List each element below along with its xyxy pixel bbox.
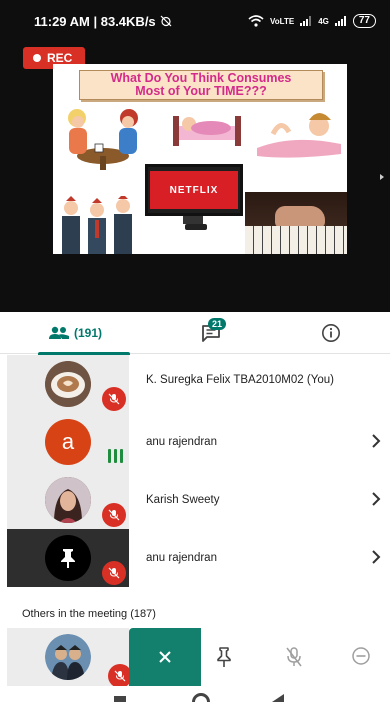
participant-name: K. Suregka Felix TBA2010M02 (You) [146,374,334,386]
slide-title-banner: What Do You Think Consumes Most of Your … [79,70,323,100]
office-group-clipart [62,196,132,254]
alarm-off-icon [160,15,172,27]
piano-photo [245,192,347,254]
remove-participant-button[interactable] [351,646,371,666]
piano-keys [245,226,347,254]
others-section-heading: Others in the meeting (187) [22,608,156,620]
participant-action-bar [129,628,390,686]
avatar-letter-text: a [61,429,75,454]
close-icon [159,651,171,663]
people-chatting-clipart [68,109,138,170]
participant-list: K. Suregka Felix TBA2010M02 (You) a anu … [0,355,390,587]
avatar-pin [45,535,91,581]
participant-tile-pinned [7,529,129,587]
piano-hands [275,206,325,228]
mic-off-icon [102,561,126,585]
tab-info[interactable] [316,312,346,354]
avatar-portrait [45,477,91,523]
people-count: (191) [73,326,102,340]
chevron-right-icon[interactable] [371,434,381,448]
participant-row[interactable]: K. Suregka Felix TBA2010M02 (You) [0,355,390,413]
slide-title-line2: Most of Your TIME??? [135,84,267,98]
status-bar: 11:29 AM | 83.4KB/s VoLTE 4G 77 [0,0,390,42]
close-actions-button[interactable] [129,628,201,686]
mic-off-icon [102,387,126,411]
tab-chat[interactable]: 21 [186,312,236,354]
participant-name: Karish Sweety [146,494,220,506]
person-on-phone-clipart [257,113,341,158]
chevron-right-icon[interactable] [371,550,381,564]
signal-icon-2 [334,16,346,26]
participant-row[interactable]: a anu rajendran [0,413,390,471]
record-dot-icon [33,54,41,62]
mute-participant-button[interactable] [285,646,303,668]
participant-row[interactable]: Karish Sweety [0,471,390,529]
netflix-tv-image: NETFLIX [145,164,243,216]
participant-tile [7,355,129,413]
mic-off-icon [102,503,126,527]
recording-label: REC [47,51,73,65]
battery-icon: 77 [352,14,376,28]
participant-row[interactable]: anu rajendran [0,529,390,587]
chat-unread-badge: 21 [208,318,226,330]
streaming-box [185,224,207,230]
avatar-coffee [45,361,91,407]
people-icon [48,326,69,339]
signal-icon [300,16,312,26]
avatar-letter: a [45,419,91,465]
participant-tile [7,628,132,688]
home-icon[interactable] [192,693,210,702]
presentation-slide: What Do You Think Consumes Most of Your … [53,64,347,254]
meeting-video-area: 11:29 AM | 83.4KB/s VoLTE 4G 77 REC What… [0,0,390,312]
selected-participant-row [0,628,390,688]
wifi-icon [248,15,264,27]
recents-icon[interactable] [114,696,126,702]
back-icon[interactable] [272,694,284,702]
pin-icon [61,549,75,568]
chevron-right-icon[interactable] [371,492,381,506]
network-label-2: 4G [318,16,329,26]
tab-people[interactable]: (191) [30,312,130,355]
system-nav-bar [0,686,390,702]
pin-button[interactable] [215,646,233,668]
participant-name: anu rajendran [146,436,217,448]
info-icon [322,324,340,342]
sleeping-person-clipart [173,116,241,146]
status-time-speed: 11:29 AM | 83.4KB/s [34,13,156,29]
tv-stand [183,216,203,224]
netflix-logo: NETFLIX [150,171,238,209]
caret-right-icon [380,174,384,180]
participant-tile [7,471,129,529]
participant-name: anu rajendran [146,552,217,564]
meeting-tabs: (191) 21 [0,312,390,355]
participant-tile: a [7,413,129,471]
avatar-group-photo [45,634,91,680]
speaking-indicator-icon [108,449,123,463]
network-label-1: VoLTE [270,16,295,26]
